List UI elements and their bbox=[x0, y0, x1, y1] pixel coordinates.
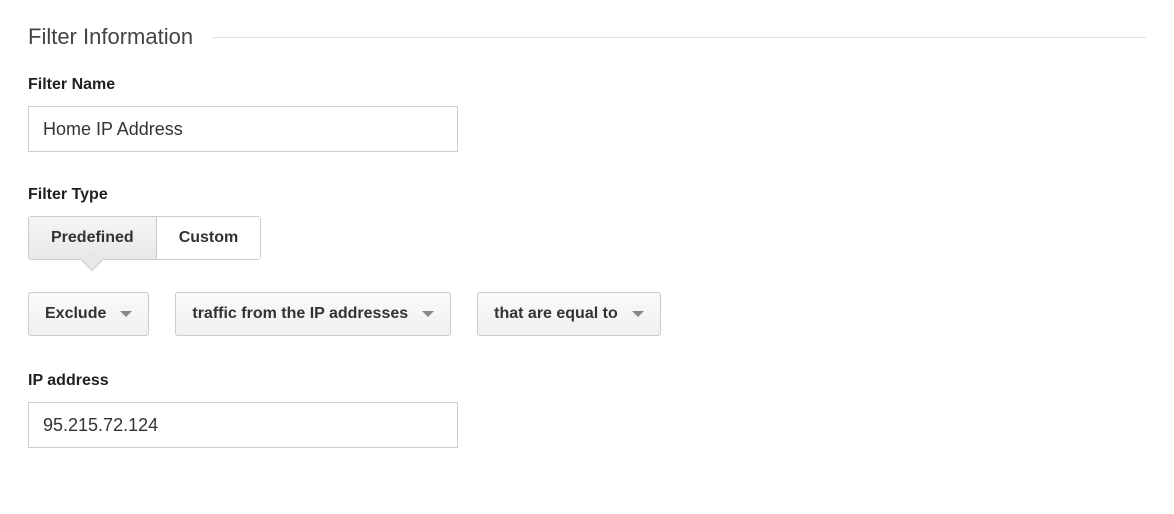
ip-address-input[interactable] bbox=[28, 402, 458, 448]
section-title: Filter Information bbox=[28, 24, 193, 50]
caret-down-icon bbox=[422, 311, 434, 317]
section-divider bbox=[213, 37, 1146, 38]
source-dropdown[interactable]: traffic from the IP addresses bbox=[175, 292, 451, 336]
dropdown-row: Exclude traffic from the IP addresses th… bbox=[28, 292, 1146, 336]
filter-type-group: Filter Type Predefined Custom Exclude tr… bbox=[28, 186, 1146, 336]
ip-address-label: IP address bbox=[28, 372, 1146, 390]
source-dropdown-label: traffic from the IP addresses bbox=[192, 305, 408, 323]
action-dropdown-label: Exclude bbox=[45, 305, 106, 323]
match-dropdown[interactable]: that are equal to bbox=[477, 292, 661, 336]
tab-custom[interactable]: Custom bbox=[157, 217, 261, 259]
filter-name-label: Filter Name bbox=[28, 76, 1146, 94]
tab-predefined[interactable]: Predefined bbox=[29, 217, 157, 259]
match-dropdown-label: that are equal to bbox=[494, 305, 618, 323]
caret-down-icon bbox=[632, 311, 644, 317]
caret-down-icon bbox=[120, 311, 132, 317]
filter-type-label: Filter Type bbox=[28, 186, 1146, 204]
filter-type-toggle: Predefined Custom bbox=[28, 216, 261, 260]
action-dropdown[interactable]: Exclude bbox=[28, 292, 149, 336]
section-header: Filter Information bbox=[28, 24, 1146, 50]
filter-name-input[interactable] bbox=[28, 106, 458, 152]
ip-address-group: IP address bbox=[28, 372, 1146, 448]
filter-name-group: Filter Name bbox=[28, 76, 1146, 152]
